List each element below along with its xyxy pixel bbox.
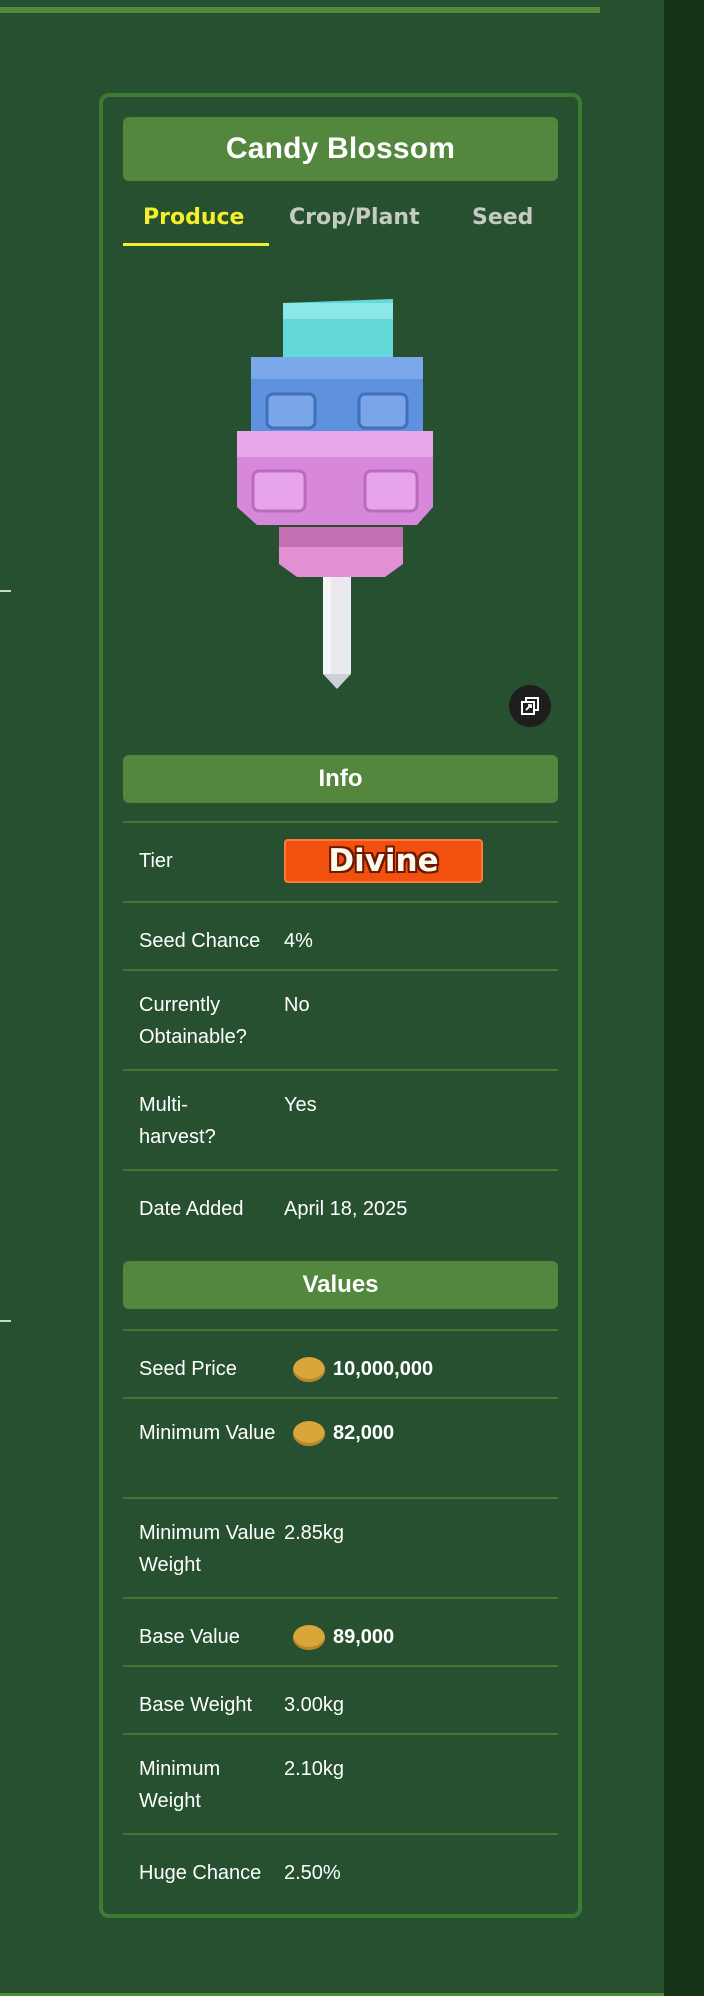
tier-badge: Divine: [284, 839, 483, 883]
row-label: Minimum Weight: [139, 1758, 221, 1812]
info-section-header: Info: [123, 755, 558, 803]
row-value: No: [284, 994, 310, 1016]
row-value: 10,000,000: [284, 1353, 433, 1385]
row-value: Yes: [284, 1094, 317, 1116]
values-row-huge-chance: Huge Chance 2.50%: [123, 1835, 558, 1905]
row-value: 3.00kg: [284, 1694, 345, 1716]
candy-blossom-image: [237, 299, 433, 689]
coin-icon: [293, 1624, 325, 1650]
row-label: Minimum Value: [139, 1422, 276, 1444]
values-row-minimum-weight: Minimum Weight 2.10kg: [123, 1735, 558, 1835]
expand-image-button[interactable]: [509, 685, 551, 727]
values-row-base-weight: Base Weight 3.00kg: [123, 1667, 558, 1735]
tab-bar: Produce Crop/Plant Seed: [123, 181, 558, 271]
right-edge-strip: [664, 0, 704, 1996]
values-row-minimum-value-weight: Minimum Value Weight 2.85kg: [123, 1499, 558, 1599]
info-row-tier: Tier Divine: [123, 823, 558, 903]
coin-icon: [293, 1420, 325, 1446]
row-value: 89,000: [284, 1621, 394, 1653]
expand-icon: [521, 697, 539, 715]
values-row-minimum-value: Minimum Value 82,000: [123, 1399, 558, 1499]
row-value: 2.85kg: [284, 1522, 345, 1544]
row-value: 82,000: [284, 1417, 394, 1449]
row-value: 4%: [284, 930, 313, 952]
values-table: Seed Price 10,000,000 Minimum Value 82,0…: [123, 1329, 558, 1905]
info-row-seed-chance: Seed Chance 4%: [123, 903, 558, 971]
row-label: Tier: [139, 850, 173, 872]
info-row-date-added: Date Added April 18, 2025: [123, 1171, 558, 1241]
info-row-obtainable: Currently Obtainable? No: [123, 971, 558, 1071]
values-section-header: Values: [123, 1261, 558, 1309]
item-image-area: [123, 271, 558, 755]
row-label: Seed Price: [139, 1358, 237, 1380]
row-label: Currently Obtainable?: [139, 994, 247, 1048]
item-infobox: Candy Blossom Produce Crop/Plant Seed In…: [99, 93, 582, 1918]
values-row-seed-price: Seed Price 10,000,000: [123, 1331, 558, 1399]
row-label: Base Value: [139, 1626, 240, 1648]
item-title: Candy Blossom: [123, 117, 558, 181]
price-amount: 82,000: [333, 1422, 395, 1444]
side-tick-mark: [0, 590, 11, 592]
info-row-multi-harvest: Multi-harvest? Yes: [123, 1071, 558, 1171]
row-value: 2.10kg: [284, 1758, 345, 1780]
row-label: Seed Chance: [139, 930, 261, 952]
info-table: Tier Divine Seed Chance 4% Currently Obt…: [123, 821, 558, 1241]
row-label: Date Added: [139, 1198, 244, 1220]
side-tick-mark: [0, 1320, 11, 1322]
row-label: Minimum Value Weight: [139, 1522, 276, 1576]
row-value: April 18, 2025: [284, 1198, 408, 1220]
price-amount: 89,000: [333, 1626, 395, 1648]
row-label: Multi-harvest?: [139, 1094, 216, 1148]
active-tab-indicator: [123, 243, 269, 246]
tab-seed[interactable]: Seed: [472, 205, 533, 230]
top-divider: [0, 7, 600, 13]
row-label: Huge Chance: [139, 1862, 262, 1884]
tab-produce[interactable]: Produce: [143, 205, 244, 230]
row-value: 2.50%: [284, 1862, 341, 1884]
price-amount: 10,000,000: [333, 1358, 434, 1380]
tab-crop-plant[interactable]: Crop/Plant: [289, 205, 420, 230]
coin-icon: [293, 1356, 325, 1382]
values-row-base-value: Base Value 89,000: [123, 1599, 558, 1667]
row-label: Base Weight: [139, 1694, 253, 1716]
